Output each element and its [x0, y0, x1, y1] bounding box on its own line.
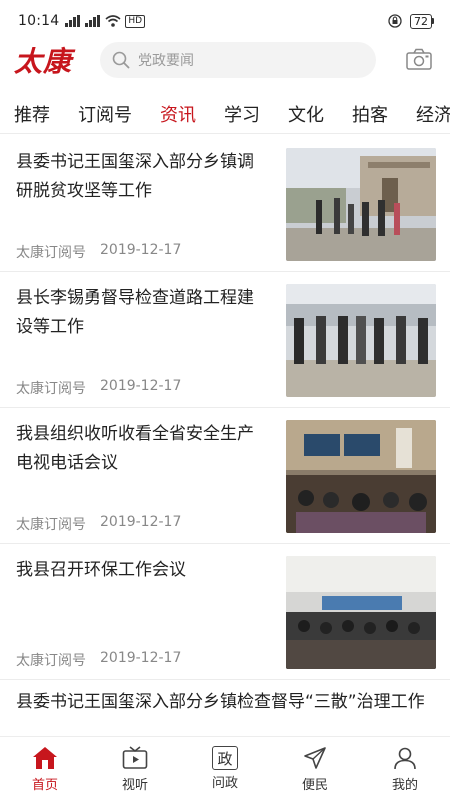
wifi-icon — [105, 15, 121, 27]
news-title: 我县召开环保工作会议 — [16, 560, 186, 580]
nav-services[interactable]: 便民 — [270, 737, 360, 800]
news-item[interactable]: 我县召开环保工作会议 太康订阅号 2019-12-17 — [0, 544, 450, 680]
nav-label: 首页 — [31, 778, 58, 793]
home-icon — [31, 744, 59, 772]
news-date: 2019-12-17 — [100, 514, 182, 530]
news-item[interactable]: 我县组织收听收看全省安全生产电视电话会议 太康订阅号 2019-12-17 — [0, 408, 450, 544]
category-tabs: 推荐 订阅号 资讯 学习 文化 拍客 经济 — [0, 94, 450, 134]
news-feed: 县委书记王国玺深入部分乡镇调研脱贫攻坚等工作 太康订阅号 2019-12-17 … — [0, 136, 450, 736]
news-title: 县委书记王国玺深入部分乡镇检查督导“三散”治理工作 — [16, 692, 425, 712]
nav-label: 我的 — [391, 778, 418, 793]
news-title: 县委书记王国玺深入部分乡镇调研脱贫攻坚等工作 — [16, 152, 254, 201]
app-header: 太康 党政要闻 — [0, 40, 450, 84]
tab-paike[interactable]: 拍客 — [338, 101, 402, 127]
news-thumbnail — [286, 284, 436, 397]
tab-study[interactable]: 学习 — [210, 101, 274, 127]
lock-icon — [388, 14, 402, 28]
search-bar[interactable]: 党政要闻 — [100, 42, 376, 78]
news-title: 县长李锡勇督导检查道路工程建设等工作 — [16, 288, 254, 337]
nav-home[interactable]: 首页 — [0, 737, 90, 800]
status-signal-icons: HD — [65, 14, 146, 28]
nav-label: 视听 — [121, 778, 148, 793]
search-placeholder: 党政要闻 — [138, 53, 194, 69]
news-meta: 太康订阅号 2019-12-17 — [16, 378, 181, 398]
nav-label: 便民 — [301, 778, 328, 793]
tab-culture[interactable]: 文化 — [274, 101, 338, 127]
tab-subscriptions[interactable]: 订阅号 — [64, 101, 146, 127]
tv-icon — [121, 744, 149, 772]
network-badge: HD — [125, 14, 146, 28]
news-title: 我县组织收听收看全省安全生产电视电话会议 — [16, 424, 254, 473]
tab-recommend[interactable]: 推荐 — [0, 101, 64, 127]
app-logo: 太康 — [14, 45, 73, 78]
tab-economy[interactable]: 经济 — [402, 101, 450, 127]
news-thumbnail — [286, 420, 436, 533]
news-date: 2019-12-17 — [100, 242, 182, 258]
signal-icon-2 — [85, 15, 101, 27]
nav-video[interactable]: 视听 — [90, 737, 180, 800]
news-meta: 太康订阅号 2019-12-17 — [16, 242, 181, 262]
news-source: 太康订阅号 — [16, 381, 86, 397]
status-bar: 10:14 HD 72 — [0, 0, 450, 42]
news-source: 太康订阅号 — [16, 653, 86, 669]
status-time: 10:14 — [18, 13, 60, 29]
tab-news[interactable]: 资讯 — [146, 101, 210, 127]
search-icon — [112, 51, 130, 69]
nav-label: 问政 — [211, 776, 238, 791]
news-thumbnail — [286, 148, 436, 261]
zheng-icon-text: 政 — [217, 749, 233, 768]
camera-icon[interactable] — [406, 48, 432, 70]
news-meta: 太康订阅号 2019-12-17 — [16, 514, 181, 534]
news-item[interactable]: 县委书记王国玺深入部分乡镇调研脱贫攻坚等工作 太康订阅号 2019-12-17 — [0, 136, 450, 272]
signal-icon — [65, 15, 81, 27]
nav-mine[interactable]: 我的 — [360, 737, 450, 800]
news-source: 太康订阅号 — [16, 517, 86, 533]
news-source: 太康订阅号 — [16, 245, 86, 261]
zheng-icon: 政 — [212, 746, 238, 770]
bottom-nav: 首页 视听 政 问政 便民 我的 — [0, 736, 450, 800]
news-date: 2019-12-17 — [100, 378, 182, 394]
nav-inquiry[interactable]: 政 问政 — [180, 737, 270, 800]
battery-level: 72 — [410, 13, 432, 29]
user-icon — [391, 744, 419, 772]
news-date: 2019-12-17 — [100, 650, 182, 666]
send-icon — [301, 744, 329, 772]
news-item[interactable]: 县长李锡勇督导检查道路工程建设等工作 太康订阅号 2019-12-17 — [0, 272, 450, 408]
news-item[interactable]: 县委书记王国玺深入部分乡镇检查督导“三散”治理工作 — [0, 680, 450, 736]
news-thumbnail — [286, 556, 436, 669]
news-meta: 太康订阅号 2019-12-17 — [16, 650, 181, 670]
battery-indicator: 72 — [410, 13, 434, 29]
